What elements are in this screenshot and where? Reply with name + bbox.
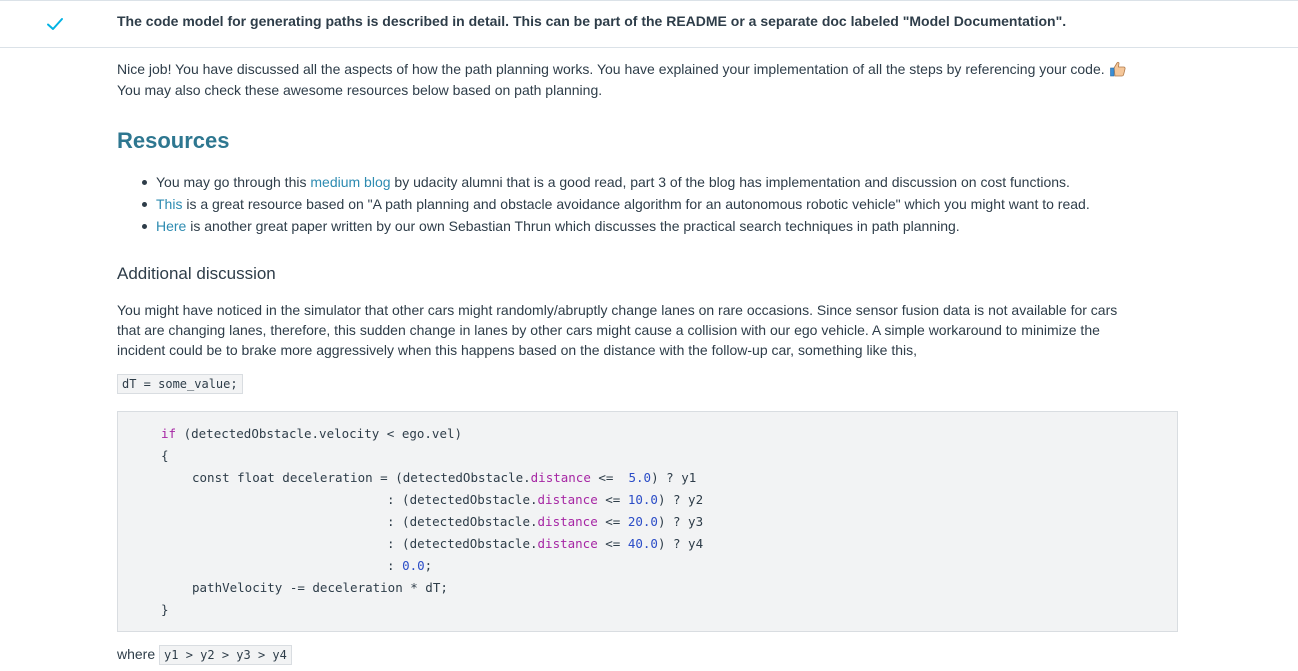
code-line-cond: : (detectedObstacle.distance <= 40.0) ? … — [387, 533, 703, 555]
resources-heading: Resources — [117, 128, 230, 153]
thumbs-up-icon — [1109, 61, 1126, 77]
code-number: 0.0 — [402, 558, 425, 573]
list-item: You may go through this medium blog by u… — [117, 171, 1090, 193]
discussion-line-1: You might have noticed in the simulator … — [117, 302, 1118, 318]
code-operator: <= — [597, 536, 628, 551]
discussion-line-2: that are changing lanes, therefore, this… — [117, 322, 1100, 338]
code-line-close-brace: } — [161, 602, 169, 617]
code-text: ) ? y1 — [651, 470, 697, 485]
resource-text: by udacity alumni that is a good read, p… — [390, 174, 1070, 190]
code-text: ) ? y2 — [657, 492, 704, 507]
code-keyword: if — [161, 426, 177, 441]
medium-blog-link[interactable]: medium blog — [310, 174, 390, 190]
code-line-if: if (detectedObstacle.velocity < ego.vel) — [161, 423, 462, 445]
feedback-line-1: Nice job! You have discussed all the asp… — [117, 61, 1105, 77]
code-property: distance — [537, 536, 598, 551]
code-operator: <= — [590, 470, 621, 485]
where-code: y1 > y2 > y3 > y4 — [159, 645, 292, 665]
code-line-cond: : (detectedObstacle.distance <= 20.0) ? … — [387, 511, 703, 533]
resource-text: You may go through this — [156, 174, 311, 190]
list-item: Here is another great paper written by o… — [117, 215, 1090, 237]
check-icon — [47, 18, 63, 30]
code-text: (detectedObstacle.velocity < ego.vel) — [176, 426, 463, 441]
code-property: distance — [537, 492, 598, 507]
code-text: ) ? y3 — [657, 514, 704, 529]
code-operator: <= — [597, 514, 628, 529]
discussion-line-3: incident could be to brake more aggressi… — [117, 342, 918, 358]
where-line: where y1 > y2 > y3 > y4 — [117, 645, 292, 665]
resource-text: is a great resource based on "A path pla… — [182, 196, 1090, 212]
code-block: if (detectedObstacle.velocity < ego.vel)… — [117, 411, 1178, 632]
code-line-path-velocity: pathVelocity -= deceleration * dT; — [192, 580, 448, 595]
resource-text: is another great paper written by our ow… — [186, 218, 960, 234]
code-operator: <= — [597, 492, 628, 507]
code-number: 40.0 — [627, 536, 658, 551]
resources-list: You may go through this medium blog by u… — [117, 171, 1090, 237]
inline-code-line: dT = some_value; — [117, 374, 243, 394]
code-number: 20.0 — [627, 514, 658, 529]
code-line-cond: : (detectedObstacle.distance <= 10.0) ? … — [387, 489, 703, 511]
criteria-row: The code model for generating paths is d… — [0, 0, 1298, 48]
code-text: const float deceleration = (detectedObst… — [192, 470, 531, 485]
code-text: : (detectedObstacle. — [387, 492, 538, 507]
bullet — [142, 180, 147, 185]
code-property: distance — [530, 470, 591, 485]
code-text: : (detectedObstacle. — [387, 514, 538, 529]
code-line-default: : 0.0; — [387, 555, 432, 577]
code-text: ; — [424, 558, 433, 573]
code-property: distance — [537, 514, 598, 529]
code-number: 10.0 — [627, 492, 658, 507]
code-text: ) ? y4 — [657, 536, 704, 551]
feedback-line-2: You may also check these awesome resourc… — [117, 82, 603, 98]
code-number: 5.0 — [620, 470, 652, 485]
review-page: The code model for generating paths is d… — [0, 0, 1298, 671]
discussion-heading: Additional discussion — [117, 264, 276, 283]
code-text: : (detectedObstacle. — [387, 536, 538, 551]
criteria-text: The code model for generating paths is d… — [117, 13, 1067, 29]
list-item: This is a great resource based on "A pat… — [117, 193, 1090, 215]
code-line-const: const float deceleration = (detectedObst… — [192, 467, 696, 489]
inline-code: dT = some_value; — [117, 374, 243, 394]
where-label: where — [117, 646, 156, 662]
code-text: : — [387, 558, 403, 573]
code-line-open-brace: { — [161, 448, 169, 463]
here-link[interactable]: Here — [156, 218, 186, 234]
bullet — [142, 202, 147, 207]
discussion-paragraph: You might have noticed in the simulator … — [117, 300, 1182, 360]
bullet — [142, 224, 147, 229]
feedback-paragraph: Nice job! You have discussed all the asp… — [117, 59, 1182, 101]
this-link[interactable]: This — [156, 196, 182, 212]
